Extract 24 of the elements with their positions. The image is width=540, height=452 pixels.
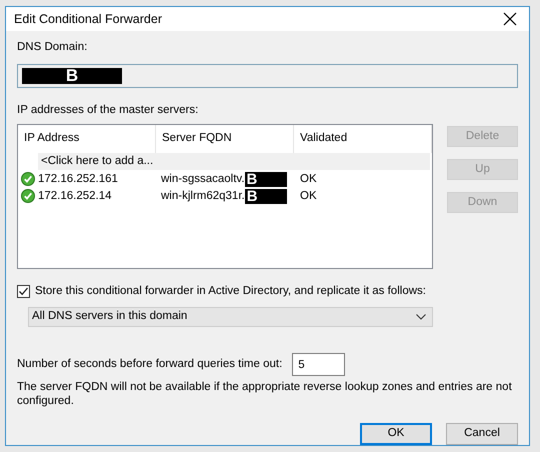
- ip-address-cell-text: 172.16.252.14: [38, 188, 112, 204]
- redaction-mark: B: [22, 68, 122, 84]
- note-text: The server FQDN will not be available if the appropriate reverse lookup zones and entries are not configured.: [17, 380, 513, 408]
- fqdn-cell-text: win-kjlrm62q31r.: [161, 188, 245, 204]
- timeout-label: Number of seconds before forward queries time out:: [17, 356, 282, 372]
- dns-domain-field[interactable]: B: [17, 64, 518, 88]
- ip-address-cell-text: 172.16.252.161: [38, 172, 118, 187]
- dialog-button[interactable]: Cancel: [446, 423, 518, 445]
- redaction-mark: B: [244, 188, 287, 204]
- timeout-field[interactable]: 5: [292, 353, 346, 376]
- checkbox-label: Store this conditional forwarder in Active Directory, and replicate it as follows:: [35, 284, 426, 299]
- section-label: IP addresses of the master servers:: [17, 102, 200, 118]
- replication-dropdown[interactable]: All DNS servers in this domain: [28, 307, 433, 327]
- add-row[interactable]: <Click here to add a...: [38, 152, 430, 170]
- checkbox[interactable]: [17, 284, 30, 298]
- field-label: DNS Domain:: [17, 40, 88, 56]
- validated-cell-text: OK: [299, 172, 318, 187]
- window-title: Edit Conditional Forwarder: [14, 10, 162, 28]
- close-icon: [503, 12, 517, 26]
- redaction-mark: B: [244, 172, 287, 187]
- caret-icon: [416, 314, 426, 320]
- fqdn-cell-text: win-sgssacaoltv.: [161, 172, 245, 187]
- validated-cell-text: OK: [299, 188, 318, 204]
- dialog-button[interactable]: OK: [360, 423, 432, 445]
